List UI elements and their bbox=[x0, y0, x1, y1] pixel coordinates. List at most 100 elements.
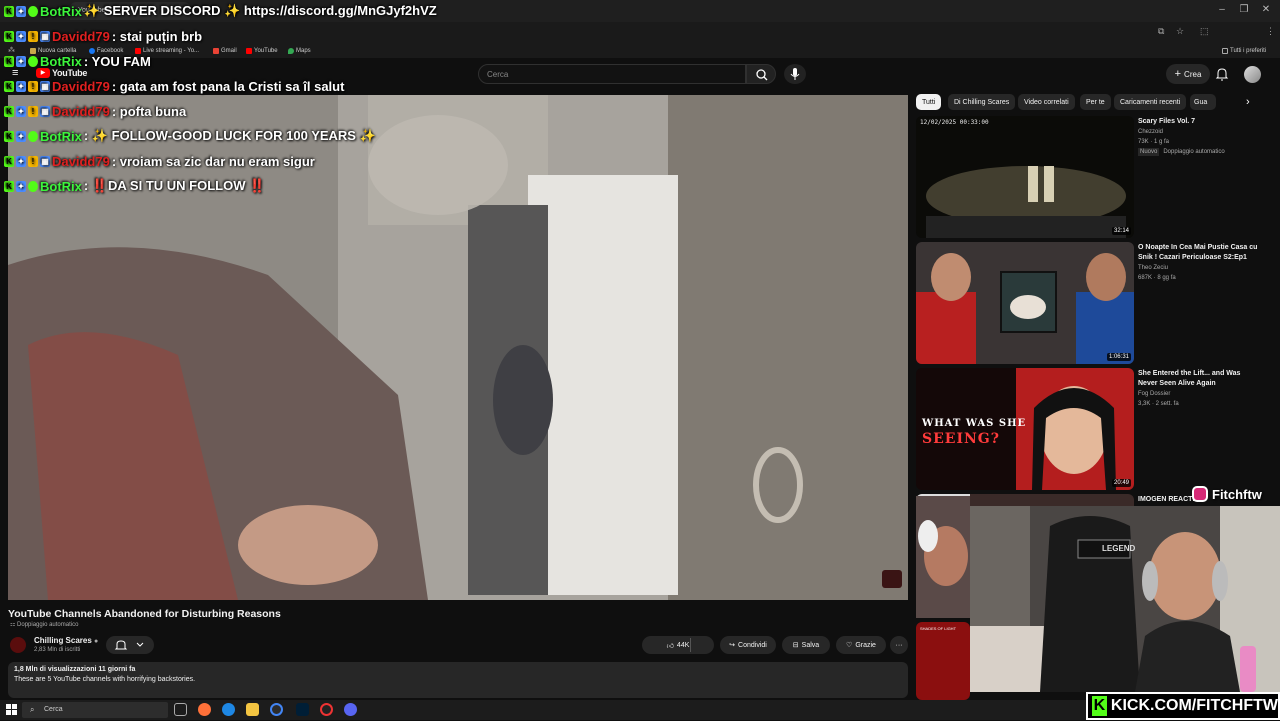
thumbnail-image bbox=[916, 242, 1134, 364]
all-bookmarks[interactable]: Tutti i preferiti bbox=[1222, 46, 1266, 56]
gift-badge-icon: ▦ bbox=[40, 155, 50, 167]
taskbar-search[interactable]: ⌕ Cerca bbox=[22, 702, 168, 718]
extensions-icon[interactable]: ⬚ bbox=[1200, 26, 1212, 38]
discord-icon[interactable] bbox=[344, 703, 357, 716]
channel-name[interactable]: Chilling Scares ● bbox=[34, 636, 98, 645]
subscription-bell-button[interactable] bbox=[106, 636, 154, 654]
task-view-icon[interactable] bbox=[174, 703, 187, 716]
close-icon[interactable]: ✕ bbox=[1258, 3, 1274, 17]
chat-message: K ✦ ! ▦ Davidd79 : stai puțin brb bbox=[4, 26, 202, 46]
video-title: YouTube Channels Abandoned for Disturbin… bbox=[8, 608, 281, 620]
obs-icon[interactable] bbox=[320, 703, 333, 716]
search-input[interactable]: Cerca bbox=[478, 64, 746, 84]
streamer-webcam: LEGEND bbox=[970, 506, 1280, 692]
kick-url-banner: K KICK.COM/FITCHFTW bbox=[1086, 692, 1280, 720]
chat-message: K ✦ ! ▦ Davidd79 : vroiam sa zic dar nu … bbox=[4, 151, 315, 171]
menu-icon[interactable]: ⋮ bbox=[1266, 26, 1276, 38]
kick-badge-icon: K bbox=[4, 80, 14, 92]
like-button[interactable]: 👍︎ 44K bbox=[642, 636, 714, 654]
channel-avatar[interactable] bbox=[10, 637, 26, 653]
chair-brand: LEGEND bbox=[1102, 544, 1136, 553]
duration-badge: 32:14 bbox=[1111, 227, 1131, 235]
bell-icon bbox=[114, 640, 144, 650]
recommended-meta: 73K · 1 g fa bbox=[1138, 139, 1170, 145]
gmail-icon bbox=[213, 48, 219, 54]
recommended-title[interactable]: She Entered the Lift... and Was Never Se… bbox=[1138, 369, 1258, 389]
views-date: 1,8 Mln di visualizzazioni 11 giorni fa bbox=[14, 666, 136, 673]
star-icon[interactable]: ☆ bbox=[1176, 26, 1188, 38]
windows-start-icon[interactable] bbox=[6, 703, 18, 715]
recommended-thumbnail[interactable]: WHAT WAS SHE SEEING? 20:49 bbox=[916, 368, 1134, 490]
avatar[interactable] bbox=[1244, 66, 1261, 83]
chip-related[interactable]: Video correlati bbox=[1018, 94, 1075, 110]
recommended-channel[interactable]: Theo Zeciu bbox=[1138, 264, 1168, 272]
save-button[interactable]: ⊟ Salva bbox=[782, 636, 830, 654]
bot-badge-icon: ✦ bbox=[16, 130, 26, 142]
recommended-title[interactable]: O Noapte In Cea Mai Pustie Casa cu Snik … bbox=[1138, 243, 1258, 263]
recommended-title[interactable]: Scary Files Vol. 7 bbox=[1138, 117, 1258, 127]
chevron-right-icon[interactable]: › bbox=[1246, 96, 1258, 108]
sub-badge-icon: ! bbox=[28, 30, 38, 42]
plus-icon: + bbox=[1174, 68, 1182, 80]
sub-badge-icon: ! bbox=[28, 80, 38, 92]
duration-badge: 20:49 bbox=[1111, 479, 1131, 487]
voice-search-button[interactable] bbox=[784, 64, 806, 84]
cast-icon[interactable]: ⧉ bbox=[1158, 26, 1170, 38]
share-button[interactable]: ↪ Condividi bbox=[720, 636, 776, 654]
firefox-icon[interactable] bbox=[198, 703, 211, 716]
recommended-channel[interactable]: Chezzoid bbox=[1138, 128, 1163, 136]
recommended-thumbnail[interactable]: 1:06:31 bbox=[916, 242, 1134, 364]
create-button[interactable]: + Crea bbox=[1166, 64, 1210, 84]
chat-message: K ✦ ! ▦ Davidd79 : pofta buna bbox=[4, 101, 186, 121]
bookmark-youtube[interactable]: YouTube bbox=[246, 46, 278, 56]
sub-badge-icon: ! bbox=[28, 105, 38, 117]
chat-message: K ✦ BotRix : ✨ FOLLOW-GOOD LUCK FOR 100 … bbox=[4, 126, 376, 146]
bot-badge-icon: ✦ bbox=[16, 80, 26, 92]
folder-icon bbox=[1222, 48, 1228, 54]
thumbs-up-icon: 👍︎ bbox=[666, 642, 674, 650]
translate-icon: ⚏ bbox=[10, 622, 18, 628]
chip-all[interactable]: Tutti bbox=[916, 94, 942, 110]
reaction-cam bbox=[916, 496, 970, 618]
kick-badge-icon: K bbox=[4, 5, 14, 17]
photoshop-icon[interactable] bbox=[296, 703, 309, 716]
recommended-thumbnail[interactable]: 12/02/2025 00:33:00 32:14 bbox=[916, 116, 1134, 238]
file-explorer-icon[interactable] bbox=[246, 703, 259, 716]
search-icon bbox=[756, 69, 768, 81]
maximize-icon[interactable]: ❐ bbox=[1236, 3, 1252, 17]
gift-badge-icon: ▦ bbox=[40, 105, 50, 117]
thumbnail-image bbox=[916, 368, 1134, 490]
chat-message: K ✦ BotRix ✨ SERVER DISCORD ✨ https://di… bbox=[4, 1, 437, 21]
instagram-overlay: Fitchftw bbox=[1192, 484, 1280, 504]
recommended-thumbnail[interactable]: SHADES OF LIGHT bbox=[916, 622, 970, 700]
bookmark-gmail[interactable]: Gmail bbox=[213, 46, 237, 56]
minimize-icon[interactable]: – bbox=[1214, 3, 1230, 17]
chat-message: K ✦ BotRix : ‼️DA SI TU UN FOLLOW ‼️ bbox=[4, 176, 265, 196]
duration-badge: 1:06:31 bbox=[1106, 353, 1131, 361]
edge-icon[interactable] bbox=[222, 703, 235, 716]
description-text: These are 5 YouTube channels with horrif… bbox=[14, 676, 196, 683]
youtube-icon bbox=[246, 48, 252, 54]
bot-badge-icon: ✦ bbox=[16, 155, 26, 167]
bot-badge-icon: ✦ bbox=[16, 5, 26, 17]
thanks-button[interactable]: ♡ Grazie bbox=[836, 636, 886, 654]
recommended-badges: Nuovo Doppiaggio automatico bbox=[1138, 148, 1225, 157]
chip-for-you[interactable]: Per te bbox=[1080, 94, 1111, 110]
search-button[interactable] bbox=[746, 64, 776, 84]
chip-recent-uploads[interactable]: Caricamenti recenti bbox=[1114, 94, 1187, 110]
channel-watermark[interactable] bbox=[882, 570, 902, 588]
notifications-button[interactable] bbox=[1214, 66, 1230, 82]
bookmark-maps[interactable]: Maps bbox=[288, 46, 311, 56]
chip-more[interactable]: Gua bbox=[1190, 94, 1216, 110]
recommended-meta: 687K · 8 gg fa bbox=[1138, 275, 1176, 281]
more-actions-button[interactable]: ··· bbox=[890, 636, 908, 654]
recommended-channel[interactable]: Fog Dossier bbox=[1138, 390, 1170, 398]
maps-icon bbox=[288, 48, 294, 54]
chrome-icon[interactable] bbox=[270, 703, 283, 716]
video-description[interactable]: 1,8 Mln di visualizzazioni 11 giorni fa … bbox=[8, 662, 908, 698]
verified-check-icon: ● bbox=[94, 638, 99, 645]
search-icon: ⌕ bbox=[30, 705, 35, 714]
verified-badge-icon bbox=[28, 5, 38, 17]
kick-badge-icon: K bbox=[4, 155, 14, 167]
chip-from-channel[interactable]: Di Chilling Scares bbox=[948, 94, 1016, 110]
